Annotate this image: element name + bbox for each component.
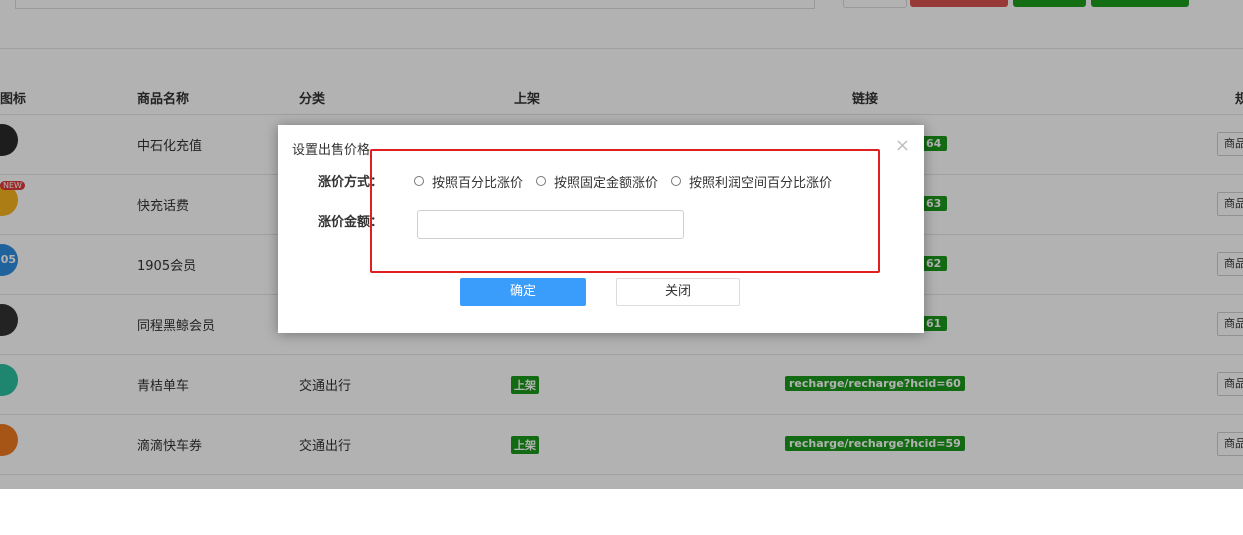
close-icon[interactable]: × — [895, 135, 910, 156]
highlight-box — [370, 149, 880, 273]
confirm-button[interactable]: 确定 — [460, 278, 586, 306]
close-button[interactable]: 关闭 — [616, 278, 740, 306]
dialog-title: 设置出售价格 — [292, 143, 371, 158]
